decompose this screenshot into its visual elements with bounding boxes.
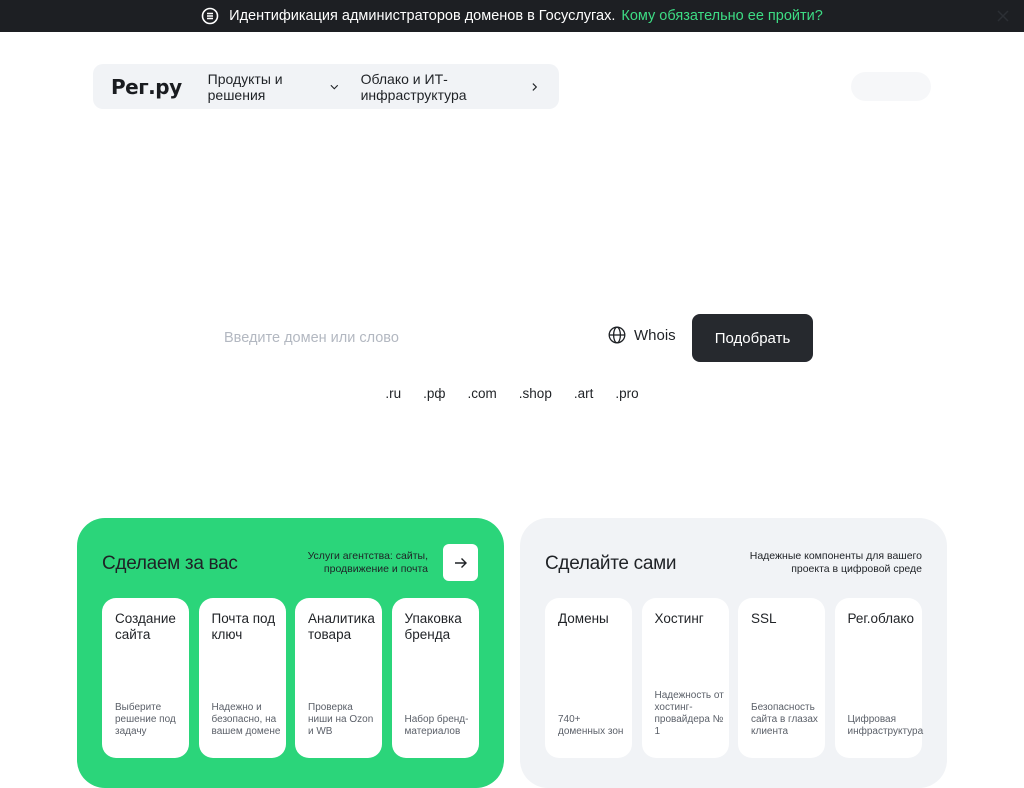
agency-desc: Услуги агентства: сайты, продвижение и п… [307,550,428,575]
agency-arrow-button[interactable] [443,544,478,581]
tile-title: Почта под ключ [211,611,276,642]
tile-title: Домены [558,611,609,626]
agency-tiles: Создание сайта Выберите решение под зада… [102,598,488,758]
self-service-panel: Сделайте сами Надежные компоненты для ва… [520,518,947,788]
tile-domains[interactable]: Домены 740+ доменных зон [545,598,632,758]
main-nav: Рег.ру Продукты и решения Облако и ИТ-ин… [93,64,559,109]
whois-label: Whois [634,326,676,344]
tile-title: Аналитика товара [308,611,375,642]
agency-panel: Сделаем за вас Услуги агентства: сайты, … [77,518,504,788]
banner-link[interactable]: Кому обязательно ее пройти? [621,8,822,24]
domain-search-input[interactable] [214,322,594,354]
tile-site-creation[interactable]: Создание сайта Выберите решение под зада… [102,598,189,758]
whois-button[interactable]: Whois [608,326,676,344]
tile-desc: Проверка ниши на Ozon и WB [308,702,374,737]
agency-title: Сделаем за вас [102,553,238,574]
tile-analytics[interactable]: Аналитика товара Проверка ниши на Ozon и… [295,598,382,758]
tile-title: Упаковка бренда [404,611,462,642]
tile-title: Создание сайта [115,611,176,642]
tile-hosting[interactable]: Хостинг Надежность от хостинг-провайдера… [641,598,729,758]
zone-pro[interactable]: .pro [615,386,638,401]
zone-com[interactable]: .com [468,386,497,401]
nav-products[interactable]: Продукты и решения [208,71,339,103]
nav-products-label: Продукты и решения [207,70,283,103]
arrow-right-icon [454,557,467,568]
tile-ssl[interactable]: SSL Безопасность сайта в глазах клиента [738,598,825,758]
tile-cloud[interactable]: Рег.облако Цифровая инфраструктура [834,598,924,758]
globe-icon [608,326,626,344]
tile-desc: Безопасность сайта в глазах клиента [751,702,818,737]
search-submit-button[interactable]: Подобрать [692,314,813,362]
logo[interactable]: Рег.ру [111,75,182,99]
tile-desc: Выберите решение под задачу [115,702,176,737]
top-banner: Идентификация администраторов доменов в … [0,0,1024,32]
zone-ru[interactable]: .ru [385,386,401,401]
self-service-tiles: Домены 740+ доменных зон Хостинг Надежно… [545,598,931,758]
tile-desc: Набор бренд-материалов [404,714,469,737]
close-icon[interactable] [994,7,1012,25]
id-card-icon [201,7,219,25]
zone-art[interactable]: .art [574,386,594,401]
tile-title: Рег.облако [847,611,915,626]
domain-zone-list: .ru .рф .com .shop .art .pro [0,386,1024,401]
chevron-right-icon [532,82,537,91]
nav-cloud[interactable]: Облако и ИТ-инфраструктура [361,71,537,103]
tile-branding[interactable]: Упаковка бренда Набор бренд-материалов [391,598,479,758]
tile-desc: Надежность от хостинг-провайдера № 1 [654,690,724,737]
chevron-down-icon [330,84,339,90]
nav-cloud-label: Облако и ИТ-инфраструктура [360,70,467,103]
self-service-desc: Надежные компоненты для вашего проекта в… [749,550,922,575]
self-service-title: Сделайте сами [545,553,677,574]
tile-title: Хостинг [654,611,704,626]
login-button[interactable] [851,72,931,101]
tile-desc: 740+ доменных зон [558,714,624,737]
tile-title: SSL [751,611,777,626]
zone-rf[interactable]: .рф [423,386,445,401]
zone-shop[interactable]: .shop [519,386,552,401]
tile-desc: Надежно и безопасно, на вашем домене [211,702,281,737]
tile-mail[interactable]: Почта под ключ Надежно и безопасно, на в… [198,598,286,758]
banner-text: Идентификация администраторов доменов в … [229,8,616,24]
tile-desc: Цифровая инфраструктура [847,714,924,737]
